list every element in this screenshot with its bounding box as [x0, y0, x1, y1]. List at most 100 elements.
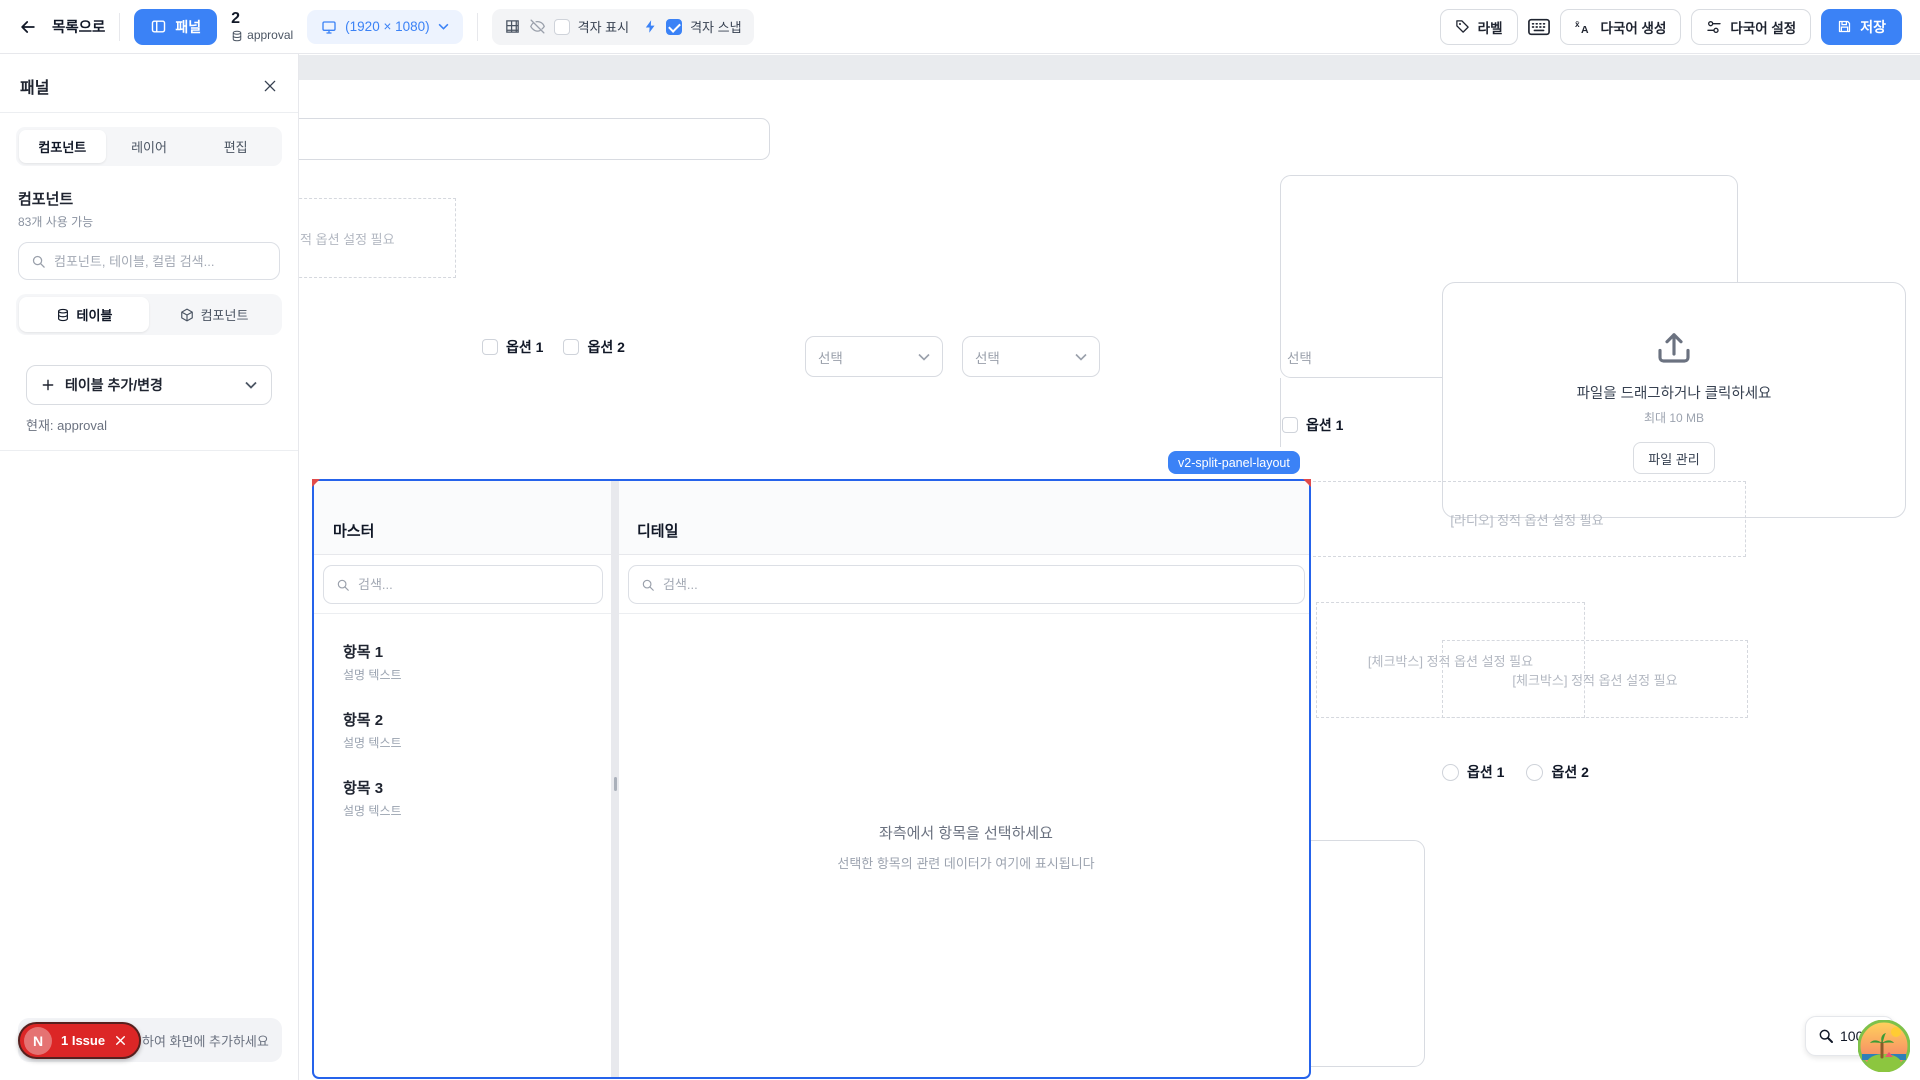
viewport-size-selector[interactable]: (1920 × 1080) — [307, 10, 462, 44]
top-toolbar: 목록으로 패널 2 approval (1920 × 1080) 격자 표시 — [0, 0, 1920, 54]
back-label[interactable]: 목록으로 — [52, 16, 105, 37]
panel-toggle-button[interactable]: 패널 — [134, 9, 217, 45]
keyboard-icon — [1528, 18, 1550, 36]
label-button[interactable]: 라벨 — [1440, 9, 1518, 45]
checkbox-placeholder-box-2[interactable]: [체크박스] 정적 옵션 설정 필요 — [1442, 640, 1748, 718]
keyboard-shortcuts-button[interactable] — [1528, 18, 1550, 36]
detail-title: 디테일 — [637, 520, 678, 541]
master-title: 마스터 — [333, 520, 374, 541]
file-manage-button[interactable]: 파일 관리 — [1633, 442, 1714, 474]
component-search-box[interactable] — [18, 242, 280, 280]
i18n-settings-button[interactable]: 다국어 설정 — [1691, 9, 1811, 45]
radio-placeholder-box[interactable]: [라디오] 정적 옵션 설정 필요 — [1308, 481, 1746, 557]
radio-placeholder-text: [라디오] 정적 옵션 설정 필요 — [1450, 510, 1603, 529]
select-2[interactable]: 선택 — [962, 336, 1100, 377]
chevron-down-icon — [438, 23, 449, 30]
checkbox-option1-label: 옵션 1 — [506, 337, 543, 357]
divider — [119, 13, 120, 41]
current-table-label: 현재: approval — [26, 415, 298, 434]
detail-empty-state: 좌측에서 항목을 선택하세요 선택한 항목의 관련 데이터가 여기에 표시됩니다 — [621, 614, 1311, 1079]
grid-show-checkbox[interactable] — [554, 19, 570, 35]
upload-icon — [1653, 326, 1695, 368]
master-search-row — [314, 555, 611, 614]
issue-logo: N — [24, 1027, 52, 1055]
select-1[interactable]: 선택 — [805, 336, 943, 377]
selection-corner-handle[interactable] — [1303, 479, 1311, 487]
radio-option1-label: 옵션 1 — [1467, 762, 1504, 782]
item-title: 항목 3 — [343, 777, 402, 798]
master-search-box[interactable] — [323, 565, 603, 604]
source-tab-tables[interactable]: 테이블 — [19, 297, 149, 332]
translate-icon: x̄A — [1575, 19, 1593, 35]
list-item[interactable]: 항목 3 설명 텍스트 — [343, 777, 402, 819]
tab-layers[interactable]: 레이어 — [106, 130, 193, 163]
split-panel-component[interactable]: 마스터 디테일 항목 1 설명 텍스트 항목 2 설명 텍스트 항목 3 설명 … — [312, 479, 1311, 1079]
magnifier-icon — [1818, 1028, 1834, 1044]
lightning-icon — [643, 19, 658, 34]
canvas-checkbox-single: 옵션 1 — [1282, 415, 1343, 435]
settings-sliders-icon — [1706, 19, 1722, 35]
detail-search-input[interactable] — [663, 577, 1292, 592]
sidebar-title: 패널 — [20, 74, 49, 98]
item-desc: 설명 텍스트 — [343, 802, 402, 819]
divider — [477, 13, 478, 41]
select-3-label: 선택 — [1287, 347, 1312, 367]
svg-text:x̄: x̄ — [1575, 20, 1580, 29]
detail-search-box[interactable] — [628, 565, 1305, 604]
grid-snap-checkbox[interactable] — [666, 19, 682, 35]
source-tab-components[interactable]: 컴포넌트 — [149, 297, 279, 332]
list-item[interactable]: 항목 1 설명 텍스트 — [343, 641, 402, 683]
issue-badge[interactable]: N 1 Issue — [18, 1022, 141, 1059]
checkbox-single-label: 옵션 1 — [1306, 415, 1343, 435]
search-icon — [31, 254, 46, 269]
panel-sidebar: 패널 컴포넌트 레이어 편집 컴포넌트 83개 사용 가능 테이블 컴포넌트 테… — [0, 54, 299, 1080]
database-icon — [231, 30, 243, 42]
checkbox-option2-label: 옵션 2 — [587, 337, 624, 357]
add-table-button[interactable]: 테이블 추가/변경 — [26, 365, 272, 405]
close-icon[interactable] — [114, 1034, 127, 1047]
svg-text:A: A — [1581, 24, 1589, 35]
master-search-input[interactable] — [358, 577, 590, 592]
radio-option2[interactable] — [1526, 764, 1543, 781]
component-search-input[interactable] — [54, 254, 267, 269]
issue-count-label: 1 Issue — [61, 1033, 105, 1048]
checkbox-option2[interactable] — [563, 339, 579, 355]
search-icon — [336, 578, 350, 592]
tab-components[interactable]: 컴포넌트 — [19, 130, 106, 163]
bound-table: approval — [231, 29, 293, 43]
close-panel-button[interactable] — [262, 78, 278, 94]
chevron-down-icon — [245, 381, 257, 389]
i18n-generate-button[interactable]: x̄A 다국어 생성 — [1560, 9, 1682, 45]
empty-desc: 선택한 항목의 관련 데이터가 여기에 표시됩니다 — [837, 853, 1094, 872]
list-item[interactable]: 항목 2 설명 텍스트 — [343, 709, 402, 751]
select-2-value: 선택 — [975, 347, 1000, 367]
checkbox-placeholder-text-2: [체크박스] 정적 옵션 설정 필요 — [1512, 670, 1677, 689]
detail-pane-header: 디테일 — [619, 481, 1311, 555]
database-icon — [56, 308, 70, 322]
item-desc: 설명 텍스트 — [343, 734, 402, 751]
pane-splitter[interactable] — [611, 481, 619, 1077]
upload-limit: 최대 10 MB — [1644, 409, 1704, 426]
source-toggle: 테이블 컴포넌트 — [16, 294, 282, 335]
save-icon — [1837, 19, 1852, 34]
radio-option2-label: 옵션 2 — [1551, 762, 1588, 782]
island-sticker — [1858, 1020, 1910, 1072]
save-button[interactable]: 저장 — [1821, 9, 1902, 45]
checkbox-option1[interactable] — [482, 339, 498, 355]
grid-show-label: 격자 표시 — [578, 17, 629, 36]
close-icon — [262, 78, 278, 94]
back-button[interactable] — [18, 17, 38, 37]
grid-controls: 격자 표시 격자 스냅 — [492, 9, 754, 45]
page-number: 2 — [231, 10, 293, 28]
select-1-value: 선택 — [818, 347, 843, 367]
plus-icon — [41, 378, 55, 392]
panel-icon — [150, 18, 167, 35]
radio-option1[interactable] — [1442, 764, 1459, 781]
selection-corner-handle[interactable] — [312, 479, 320, 487]
components-section-title: 컴포넌트 — [18, 188, 280, 209]
checkbox-single[interactable] — [1282, 417, 1298, 433]
item-title: 항목 1 — [343, 641, 402, 662]
canvas-checkbox-group: 옵션 1 옵션 2 — [482, 337, 625, 357]
tag-icon — [1455, 19, 1470, 34]
tab-edit[interactable]: 편집 — [192, 130, 279, 163]
